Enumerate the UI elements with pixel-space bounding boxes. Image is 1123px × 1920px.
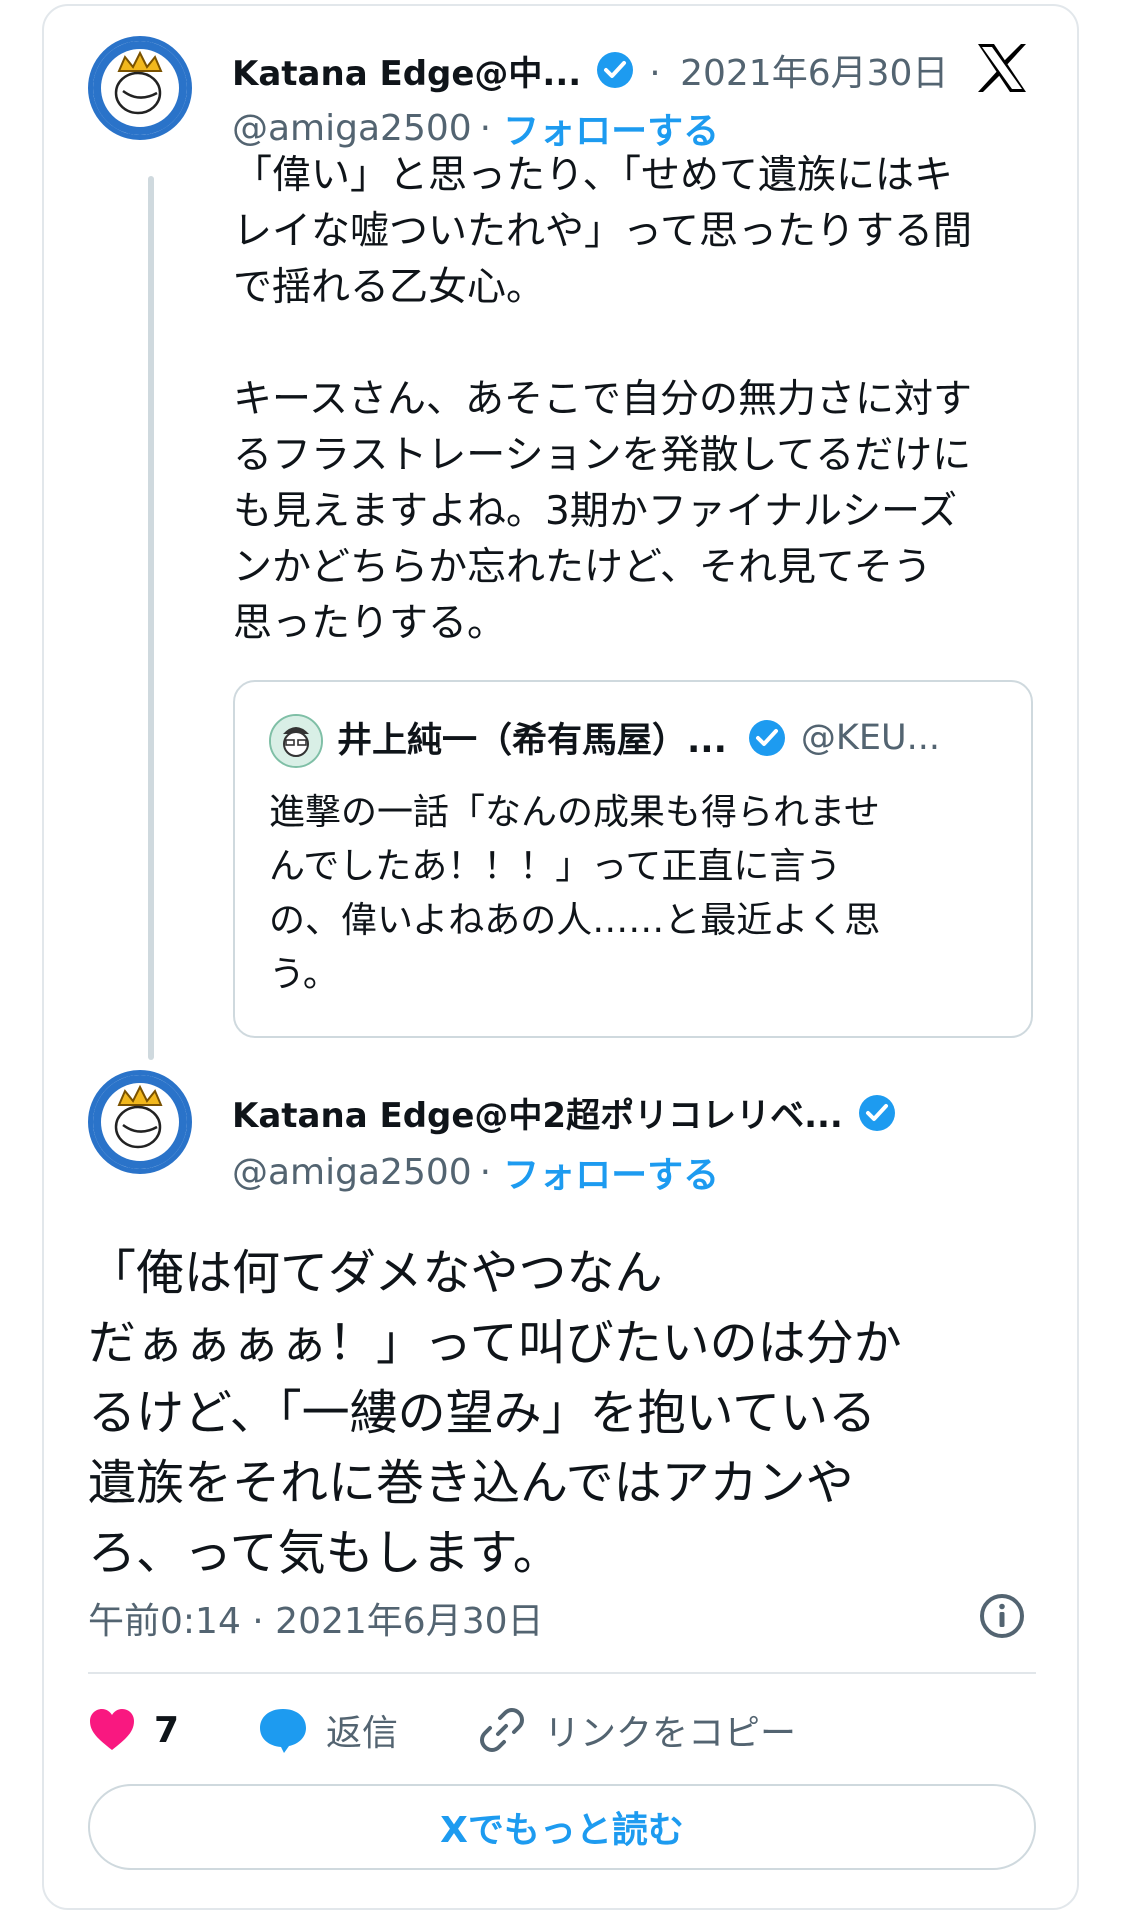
follow-button[interactable]: フォローする: [503, 102, 719, 154]
verified-icon: [597, 52, 634, 88]
tweet-text: 「偉い」と思ったり、「せめて遺族にはキ レイな嘘ついたれや」って思ったりする間 …: [233, 153, 973, 646]
x-logo-icon[interactable]: [972, 38, 1032, 98]
read-more-on-x-button[interactable]: Xでもっと読む: [88, 1784, 1036, 1870]
author-meta-row: @amiga2500 · フォローする: [232, 102, 719, 154]
verified-icon: [748, 719, 785, 756]
author-name[interactable]: Katana Edge@中2超ポリコレリベ...: [232, 1088, 843, 1137]
tweet-text: 「俺は何てダメなやつなん だぁぁぁぁ！」って叫びたいのは分か るけど、「一縷の望…: [88, 1245, 902, 1581]
quoted-tweet[interactable]: 井上純一（希有馬屋）... @KEU... 進撃の一話「なんの成果も得られませ …: [233, 680, 1033, 1038]
copy-link-button[interactable]: リンクをコピー: [478, 1704, 796, 1756]
action-bar: 7 返信 リンクをコピー: [88, 1700, 796, 1760]
copy-link-label: リンクをコピー: [544, 1713, 797, 1754]
tweet-date[interactable]: 2021年6月30日: [680, 53, 948, 94]
thread-line: [148, 176, 154, 1060]
author-name-row: Katana Edge@中... · 2021年6月30日: [232, 44, 948, 96]
quoted-author-row: 井上純一（希有馬屋）... @KEU...: [337, 712, 940, 763]
author-name[interactable]: Katana Edge@中...: [232, 46, 581, 95]
verified-icon: [858, 1094, 895, 1131]
avatar[interactable]: [88, 1070, 192, 1174]
reply-icon: [260, 1709, 306, 1753]
author-handle[interactable]: @amiga2500: [232, 108, 472, 149]
info-icon[interactable]: [978, 1592, 1026, 1640]
like-count: 7: [154, 1709, 180, 1751]
separator-dot: ·: [479, 107, 492, 149]
avatar[interactable]: [88, 36, 192, 140]
quoted-tweet-text: 進撃の一話「なんの成果も得られませ んでしたあ！！！」って正直に言う の、偉いよ…: [269, 792, 881, 995]
read-more-label: Xでもっと読む: [440, 1810, 684, 1851]
heart-icon: [90, 1709, 134, 1750]
author-handle[interactable]: @amiga2500: [232, 1152, 472, 1193]
author-name-row: Katana Edge@中2超ポリコレリベ...: [232, 1088, 897, 1137]
separator-dot: ·: [649, 53, 661, 94]
quoted-author-handle: @KEU...: [800, 717, 940, 758]
divider: [88, 1672, 1036, 1674]
separator-dot: ·: [479, 1151, 492, 1193]
like-button[interactable]: 7: [88, 1708, 258, 1752]
tweet-timestamp[interactable]: 午前0:14 · 2021年6月30日: [88, 1592, 544, 1644]
quoted-author-name: 井上純一（希有馬屋）...: [337, 721, 727, 761]
follow-button[interactable]: フォローする: [503, 1146, 719, 1198]
link-icon: [480, 1708, 524, 1752]
avatar: [269, 714, 323, 768]
reply-button[interactable]: 返信: [258, 1704, 478, 1756]
reply-label: 返信: [326, 1713, 399, 1754]
author-meta-row: @amiga2500 · フォローする: [232, 1146, 719, 1198]
